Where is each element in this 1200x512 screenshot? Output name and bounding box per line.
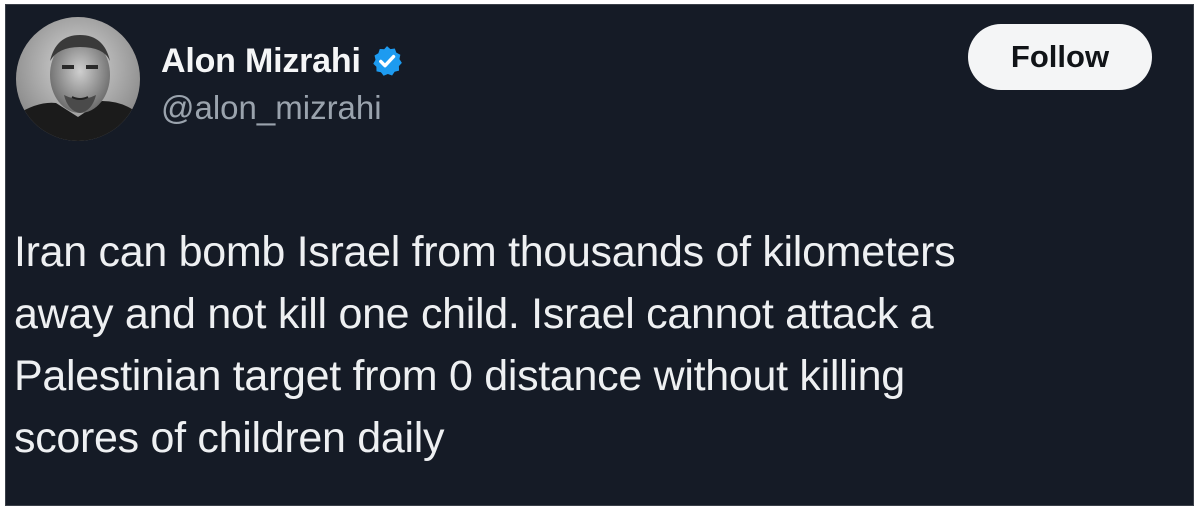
tweet-card: Alon Mizrahi @alon_mizrahi Follow Iran c… xyxy=(5,4,1194,506)
author-handle[interactable]: @alon_mizrahi xyxy=(161,89,382,127)
tweet-text: Iran can bomb Israel from thousands of k… xyxy=(14,228,956,462)
avatar-photo-icon xyxy=(16,17,140,141)
follow-button[interactable]: Follow xyxy=(968,24,1152,90)
author-avatar[interactable] xyxy=(16,17,140,141)
verified-badge-icon xyxy=(370,44,404,78)
author-name[interactable]: Alon Mizrahi xyxy=(161,42,361,81)
author-name-row: Alon Mizrahi xyxy=(161,39,404,83)
